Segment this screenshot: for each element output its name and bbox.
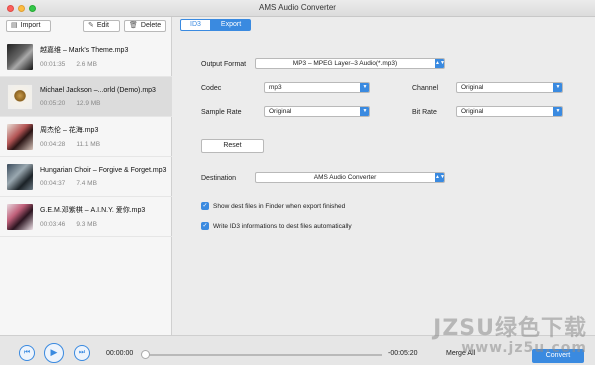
chevron-down-icon: ▼ — [360, 107, 369, 116]
album-art-thumbnail — [7, 43, 33, 70]
edit-label: Edit — [96, 22, 109, 29]
sample-rate-value: Original — [269, 108, 292, 115]
chevron-updown-icon: ▲▼ — [435, 59, 444, 68]
file-size: 12.9 MB — [76, 99, 101, 107]
codec-value: mp3 — [269, 84, 282, 91]
output-format-label: Output Format — [201, 61, 247, 68]
pencil-icon: ✎ — [88, 22, 94, 29]
seek-knob[interactable] — [141, 350, 150, 359]
title-bar: AMS Audio Converter — [0, 0, 595, 17]
sidebar-toolbar: ▤ Import ✎ Edit 🗑 Delete — [0, 17, 172, 37]
destination-select[interactable]: AMS Audio Converter ▲▼ — [255, 172, 445, 183]
file-name: 周杰伦 – 花海.mp3 — [40, 127, 99, 134]
chevron-down-icon: ▼ — [553, 83, 562, 92]
file-list-item[interactable]: G.E.M.邓紫棋 – A.I.N.Y. 爱你.mp3 00:03:46 9.3… — [0, 197, 172, 237]
show-in-finder-checkbox[interactable]: ✓ — [201, 202, 209, 210]
bit-rate-label: Bit Rate — [412, 109, 437, 116]
show-in-finder-label: Show dest files in Finder when export fi… — [213, 202, 346, 210]
channel-select[interactable]: Original ▼ — [456, 82, 563, 93]
previous-track-button[interactable]: ⏮ — [19, 345, 35, 361]
file-name: Hungarian Choir – Forgive & Forget.mp3 — [40, 166, 167, 174]
import-icon: ▤ — [11, 22, 18, 29]
album-art-thumbnail — [7, 123, 33, 150]
show-in-finder-option: ✓ Show dest files in Finder when export … — [201, 202, 345, 210]
file-list-item[interactable]: Hungarian Choir – Forgive & Forget.mp3 0… — [0, 157, 172, 197]
file-list: 越嘉维 – Mark's Theme.mp3 00:01:35 2.6 MB M… — [0, 37, 172, 237]
codec-label: Codec — [201, 85, 222, 92]
file-name: Michael Jackson –...orld (Demo).mp3 — [40, 86, 156, 94]
current-time: 00:00:00 — [106, 350, 134, 357]
next-track-button[interactable]: ⏭ — [74, 345, 90, 361]
codec-select[interactable]: mp3 ▼ — [264, 82, 370, 93]
reset-button[interactable]: Reset — [201, 139, 264, 153]
output-format-value: MP3 – MPEG Layer–3 Audio(*.mp3) — [292, 60, 398, 67]
bit-rate-value: Original — [461, 108, 484, 115]
file-duration: 00:04:28 — [40, 141, 66, 148]
tab-bar: ID3 Export — [180, 19, 252, 31]
tab-export[interactable]: Export — [210, 19, 252, 31]
chevron-updown-icon: ▲▼ — [435, 173, 444, 182]
delete-button[interactable]: 🗑 Delete — [124, 20, 166, 32]
write-id3-option: ✓ Write ID3 informations to dest files a… — [201, 222, 352, 230]
file-duration: 00:04:37 — [40, 179, 66, 187]
file-duration: 00:01:35 — [40, 61, 66, 68]
watermark-brand: JZSU绿色下载 — [433, 316, 587, 341]
destination-value: AMS Audio Converter — [313, 174, 377, 181]
album-art-thumbnail — [7, 203, 33, 230]
album-art-thumbnail — [7, 163, 33, 190]
file-list-item[interactable]: 周杰伦 – 花海.mp3 00:04:28 11.1 MB — [0, 117, 172, 157]
import-button[interactable]: ▤ Import — [6, 20, 51, 32]
file-size: 7.4 MB — [76, 179, 97, 187]
play-button[interactable]: ▶ — [44, 343, 64, 363]
file-size: 2.6 MB — [76, 61, 97, 68]
file-duration: 00:03:46 — [40, 221, 66, 228]
file-sidebar: ▤ Import ✎ Edit 🗑 Delete 越嘉维 – Mark's Th… — [0, 17, 172, 335]
file-list-item-selected[interactable]: Michael Jackson –...orld (Demo).mp3 00:0… — [0, 77, 172, 117]
chevron-down-icon: ▼ — [553, 107, 562, 116]
channel-value: Original — [461, 84, 484, 91]
export-settings-panel: ID3 Export Output Format MP3 – MPEG Laye… — [173, 17, 595, 335]
file-name: 越嘉维 – Mark's Theme.mp3 — [40, 47, 129, 54]
import-label: Import — [20, 22, 41, 29]
file-name: G.E.M.邓紫棋 – A.I.N.Y. 爱你.mp3 — [40, 207, 146, 214]
file-duration: 00:05:20 — [40, 99, 66, 107]
file-size: 9.3 MB — [76, 221, 97, 228]
file-list-item[interactable]: 越嘉维 – Mark's Theme.mp3 00:01:35 2.6 MB — [0, 37, 172, 77]
write-id3-checkbox[interactable]: ✓ — [201, 222, 209, 230]
bit-rate-select[interactable]: Original ▼ — [456, 106, 563, 117]
channel-label: Channel — [412, 85, 439, 92]
album-art-thumbnail — [7, 83, 33, 110]
output-format-select[interactable]: MP3 – MPEG Layer–3 Audio(*.mp3) ▲▼ — [255, 58, 445, 69]
sample-rate-select[interactable]: Original ▼ — [264, 106, 370, 117]
write-id3-label: Write ID3 informations to dest files aut… — [213, 222, 352, 230]
chevron-down-icon: ▼ — [360, 83, 369, 92]
window-title: AMS Audio Converter — [259, 3, 336, 12]
edit-button[interactable]: ✎ Edit — [83, 20, 120, 32]
sample-rate-label: Sample Rate — [201, 109, 242, 116]
watermark-url: www.jz5u.com — [461, 340, 587, 356]
trash-icon: 🗑 — [129, 22, 138, 29]
destination-label: Destination — [201, 175, 237, 182]
seek-bar[interactable] — [146, 354, 382, 356]
file-size: 11.1 MB — [76, 141, 101, 148]
remaining-time: -00:05:20 — [388, 350, 418, 357]
delete-label: Delete — [140, 22, 162, 29]
tab-id3[interactable]: ID3 — [180, 19, 211, 31]
